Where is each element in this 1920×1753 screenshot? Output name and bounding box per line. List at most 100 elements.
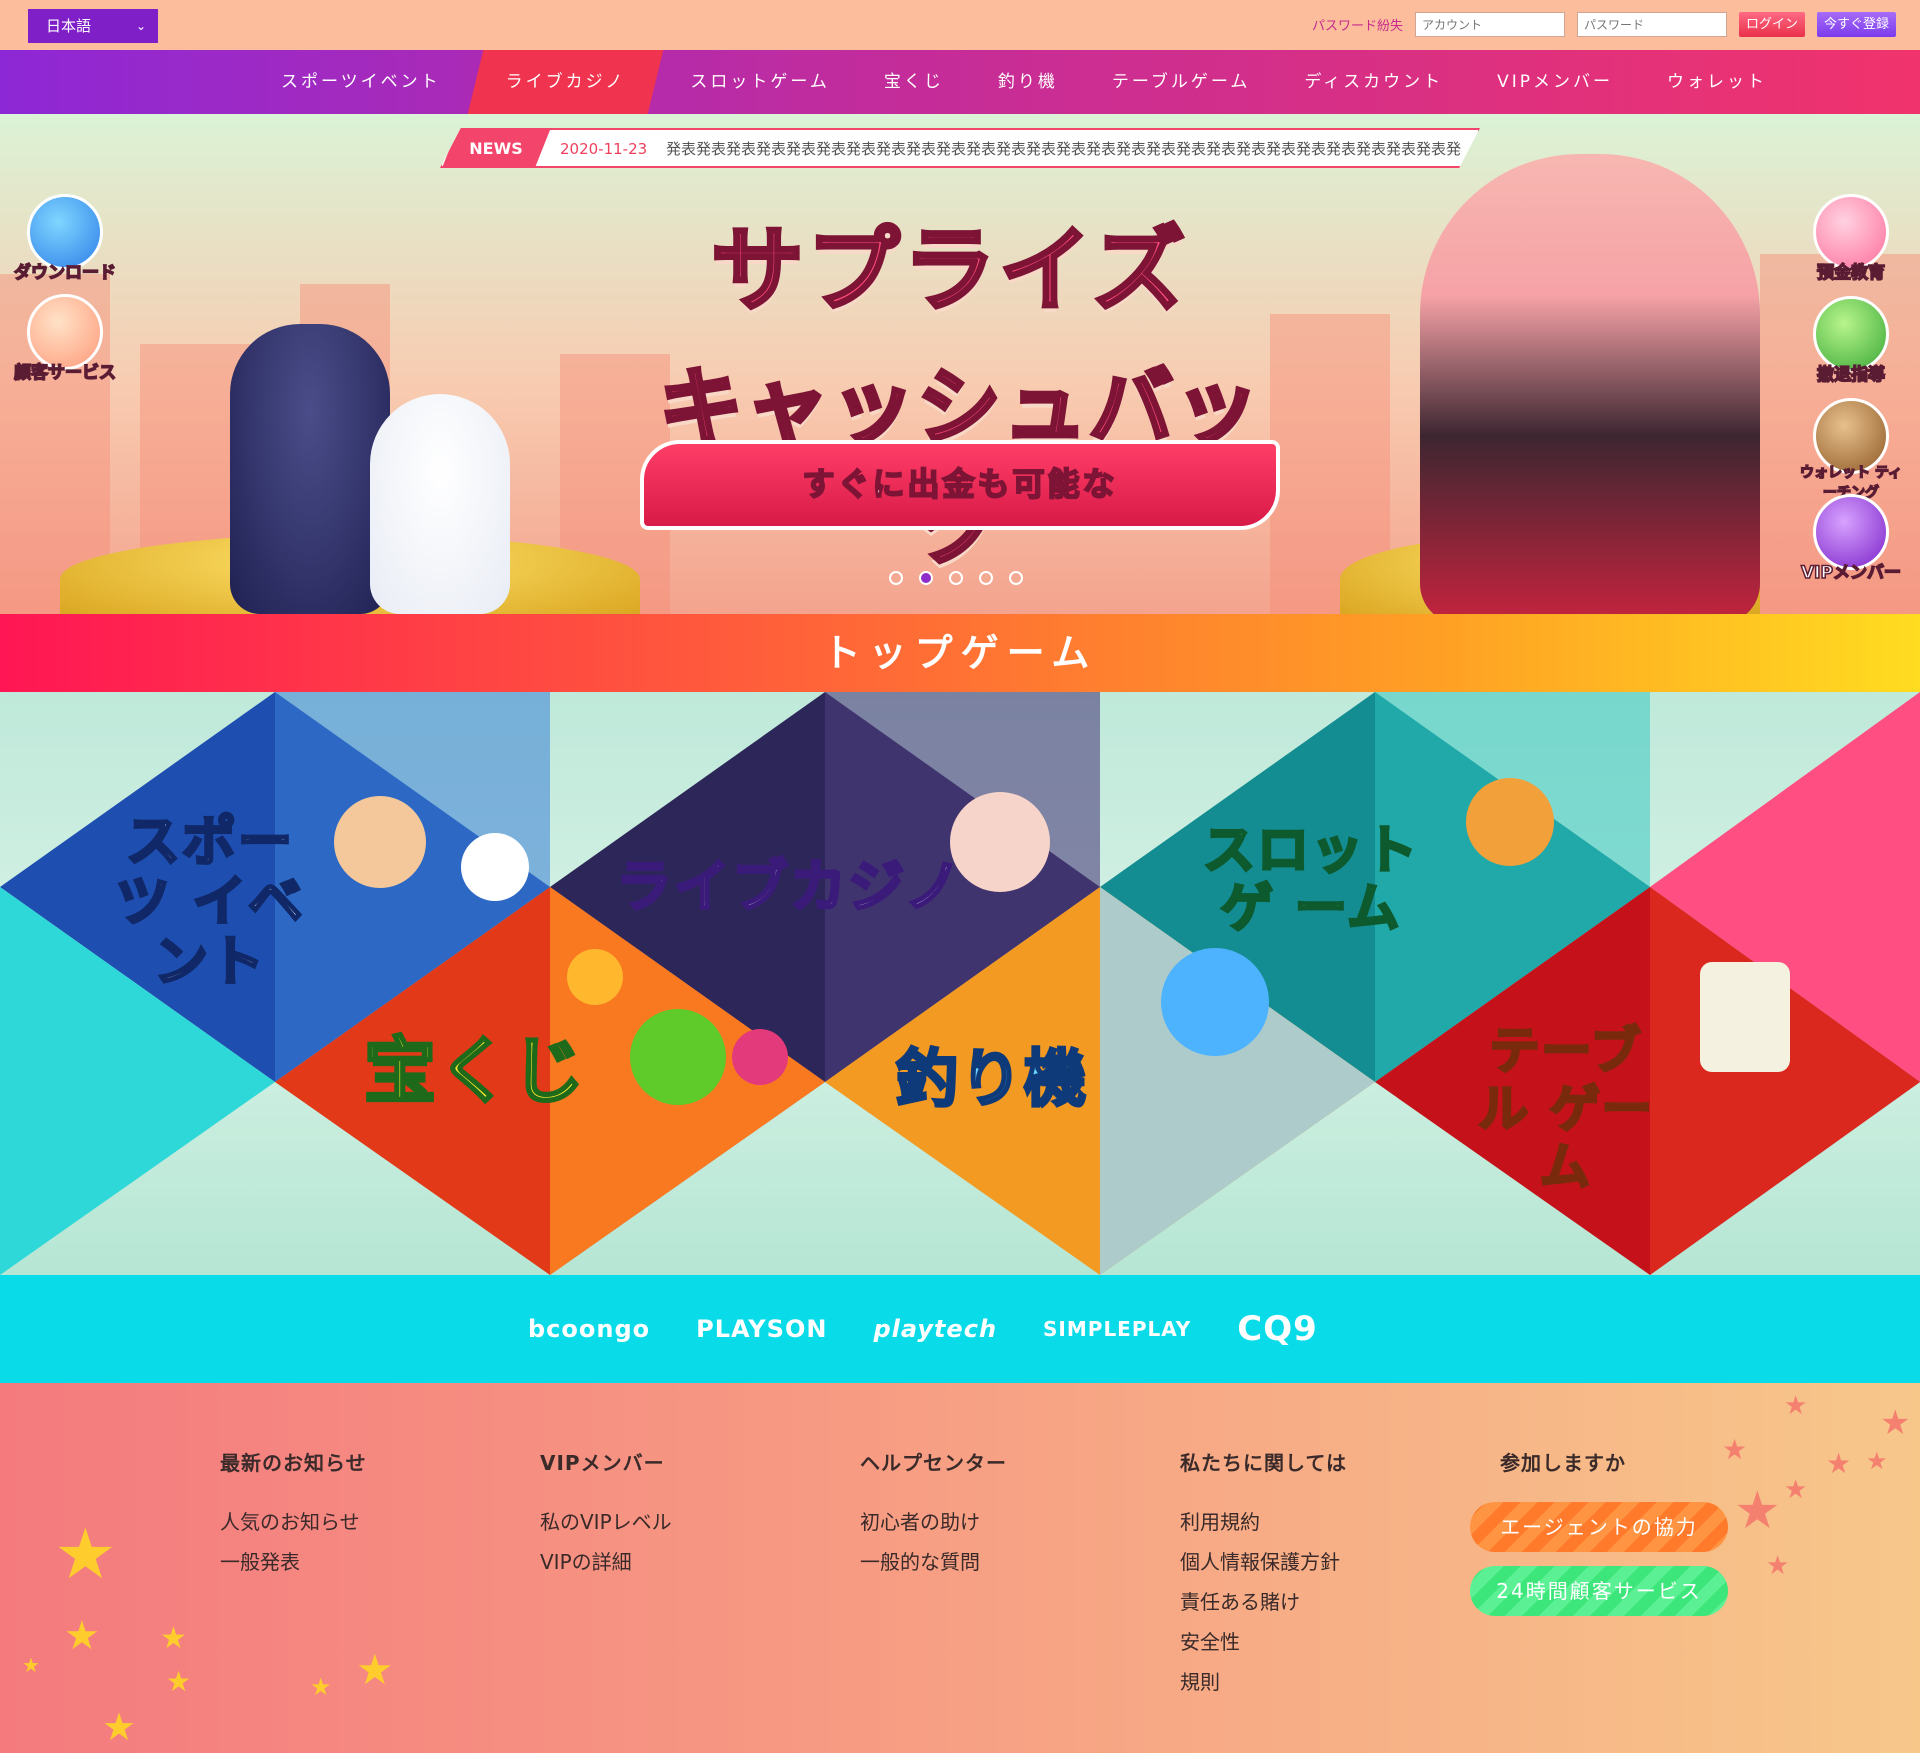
hero-ribbon-text: すぐに出金も可能な xyxy=(801,464,1118,504)
game-label-lottery[interactable]: 宝くじ xyxy=(362,1012,586,1117)
footer-link-faq[interactable]: 一般的な質問 xyxy=(860,1542,1007,1582)
customer-service-label: 顧客サービス xyxy=(13,362,117,384)
login-button[interactable]: ログイン xyxy=(1738,12,1805,37)
soccer-boy-character-icon xyxy=(334,796,426,888)
fish-character-icon xyxy=(1161,948,1269,1056)
star-icon: ★ xyxy=(1880,1403,1911,1443)
footer-link-vip-level[interactable]: 私のVIPレベル xyxy=(540,1502,672,1542)
deposit-guide-button[interactable]: 預金教育 xyxy=(1796,194,1906,284)
customer-service-24h-button[interactable]: 24時間顧客サービス xyxy=(1470,1566,1728,1616)
footer-link-privacy[interactable]: 個人情報保護方針 xyxy=(1180,1542,1347,1582)
lottery-ball-icon xyxy=(732,1029,788,1085)
download-button[interactable]: ダウンロード xyxy=(10,194,120,284)
footer-col-news: 最新のお知らせ 人気のお知らせ 一般発表 xyxy=(220,1447,367,1582)
footer-col-title: 最新のお知らせ xyxy=(220,1451,367,1475)
carousel-dot-active[interactable] xyxy=(919,571,933,585)
nav-item-sports[interactable]: スポーツイベント xyxy=(254,50,468,114)
game-label-sports[interactable]: スポーツ イベント xyxy=(110,810,310,993)
provider-list: bcoongo PLAYSON playtech SIMPLEPLAY CQ9 xyxy=(528,1275,1318,1383)
top-games-header: トップゲーム xyxy=(0,614,1920,692)
star-icon: ★ xyxy=(160,1621,187,1656)
main-nav: スポーツイベント ライブカジノ スロットゲーム 宝くじ 釣り機 テーブルゲーム … xyxy=(0,50,1920,114)
footer-link-popular-news[interactable]: 人気のお知らせ xyxy=(220,1502,367,1542)
nav-item-table-games[interactable]: テーブルゲーム xyxy=(1085,50,1277,114)
footer-link-vip-details[interactable]: VIPの詳細 xyxy=(540,1542,672,1582)
news-tag: NEWS xyxy=(442,130,550,168)
wallet-teaching-button[interactable]: ウォレット ティーチング xyxy=(1796,398,1906,502)
provider-logo-cq9[interactable]: CQ9 xyxy=(1237,1309,1318,1349)
footer-col-about: 私たちに関しては 利用規約 個人情報保護方針 責任ある賭け 安全性 規則 xyxy=(1180,1447,1347,1702)
language-select[interactable]: 日本語 ⌄ xyxy=(28,9,158,43)
footer-col-title: 参加しますか xyxy=(1500,1451,1626,1475)
star-icon: ★ xyxy=(1784,1391,1808,1421)
hero-ribbon: すぐに出金も可能な xyxy=(640,440,1280,530)
agent-partnership-button[interactable]: エージェントの協力 xyxy=(1470,1502,1728,1552)
anime-girl-image xyxy=(1420,154,1760,614)
footer-col-vip: VIPメンバー 私のVIPレベル VIPの詳細 xyxy=(540,1447,672,1582)
footer-link-terms[interactable]: 利用規約 xyxy=(1180,1502,1347,1542)
game-label-fishing[interactable]: 釣り機 xyxy=(894,1028,1088,1118)
customer-service-button[interactable]: 顧客サービス xyxy=(10,294,120,384)
nav-item-discount[interactable]: ディスカウント xyxy=(1277,50,1470,114)
footer-link-responsible-gaming[interactable]: 責任ある賭け xyxy=(1180,1582,1347,1622)
footer-link-security[interactable]: 安全性 xyxy=(1180,1622,1347,1662)
hero-banner[interactable]: NEWS 2020-11-23 発表発表発表発表発表発表発表発表発表発表発表発表… xyxy=(0,114,1920,614)
nav-item-live-casino[interactable]: ライブカジノ xyxy=(467,50,664,114)
star-icon: ★ xyxy=(1784,1475,1808,1505)
game-label-table-games[interactable]: テーブル ゲーム xyxy=(1466,1021,1666,1198)
nav-item-fishing[interactable]: 釣り機 xyxy=(971,50,1085,114)
deposit-guide-label: 預金教育 xyxy=(1816,262,1886,284)
star-icon: ★ xyxy=(64,1613,100,1659)
footer-link-rules[interactable]: 規則 xyxy=(1180,1662,1347,1702)
nav-item-wallet[interactable]: ウォレット xyxy=(1640,50,1794,114)
withdraw-guide-button[interactable]: 撤退指導 xyxy=(1796,296,1906,386)
nav-item-slots[interactable]: スロットゲーム xyxy=(663,50,857,114)
monkey-character-icon xyxy=(1466,778,1554,866)
carousel-dots xyxy=(889,571,1023,585)
star-icon: ★ xyxy=(54,1513,117,1595)
carousel-dot[interactable] xyxy=(949,571,963,585)
footer-link-general-news[interactable]: 一般発表 xyxy=(220,1542,367,1582)
catgirl-character-icon xyxy=(950,792,1050,892)
provider-logo-playtech[interactable]: playtech xyxy=(873,1315,997,1343)
forgot-password-link[interactable]: パスワード紛失 xyxy=(1312,15,1403,34)
top-bar: 日本語 ⌄ パスワード紛失 ログイン 今すぐ登録 xyxy=(0,0,1920,50)
mahjong-character-icon xyxy=(1700,962,1790,1072)
star-icon: ★ xyxy=(22,1653,40,1677)
lottery-ball-icon xyxy=(567,949,623,1005)
nav-item-vip[interactable]: VIPメンバー xyxy=(1470,50,1640,114)
account-input[interactable] xyxy=(1414,12,1565,37)
game-label-slots[interactable]: スロットゲ ーム xyxy=(1186,821,1436,940)
game-label-live-casino[interactable]: ライブカジノ xyxy=(615,842,963,923)
withdraw-guide-label: 撤退指導 xyxy=(1816,364,1886,386)
star-icon: ★ xyxy=(1766,1551,1790,1581)
carousel-dot[interactable] xyxy=(979,571,993,585)
star-icon: ★ xyxy=(102,1705,137,1749)
vip-member-label: VIPメンバー xyxy=(1800,562,1901,584)
register-button[interactable]: 今すぐ登録 xyxy=(1816,12,1896,37)
password-input[interactable] xyxy=(1576,12,1727,37)
nav-items: スポーツイベント ライブカジノ スロットゲーム 宝くじ 釣り機 テーブルゲーム … xyxy=(254,50,1794,114)
star-icon: ★ xyxy=(1866,1447,1888,1475)
provider-logo-playson[interactable]: PLAYSON xyxy=(696,1315,827,1343)
download-label: ダウンロード xyxy=(13,262,117,284)
carousel-dot[interactable] xyxy=(1009,571,1023,585)
footer-col-join: 参加しますか エージェントの協力 24時間顧客サービス xyxy=(1470,1447,1728,1630)
soccer-ball-icon xyxy=(461,833,529,901)
news-text: 発表発表発表発表発表発表発表発表発表発表発表発表発表発表発表発表発表発表発表発表… xyxy=(666,140,1462,158)
white-cat-image xyxy=(370,394,510,614)
vip-member-button[interactable]: VIPメンバー xyxy=(1796,494,1906,584)
lottery-ball-icon xyxy=(630,1009,726,1105)
footer-link-beginner-help[interactable]: 初心者の助け xyxy=(860,1502,1007,1542)
top-games-title: トップゲーム xyxy=(822,631,1098,675)
language-label: 日本語 xyxy=(46,17,92,35)
news-ticker[interactable]: NEWS 2020-11-23 発表発表発表発表発表発表発表発表発表発表発表発表… xyxy=(440,128,1480,168)
footer-col-help: ヘルプセンター 初心者の助け 一般的な質問 xyxy=(860,1447,1007,1582)
footer: ★ ★ ★ ★ ★ ★ ★ ★ ★ ★ ★ ★ ★ ★ ★ ★ 最新のお知らせ … xyxy=(0,1383,1920,1753)
provider-logo-booongo[interactable]: bcoongo xyxy=(528,1315,650,1343)
carousel-dot[interactable] xyxy=(889,571,903,585)
star-icon: ★ xyxy=(1826,1447,1852,1480)
games-grid: スポーツ イベント ライブカジノ スロットゲ ーム 宝くじ 釣り機 テーブル ゲ… xyxy=(0,692,1920,1275)
provider-logo-simpleplay[interactable]: SIMPLEPLAY xyxy=(1043,1317,1191,1341)
nav-item-lottery[interactable]: 宝くじ xyxy=(857,50,971,114)
